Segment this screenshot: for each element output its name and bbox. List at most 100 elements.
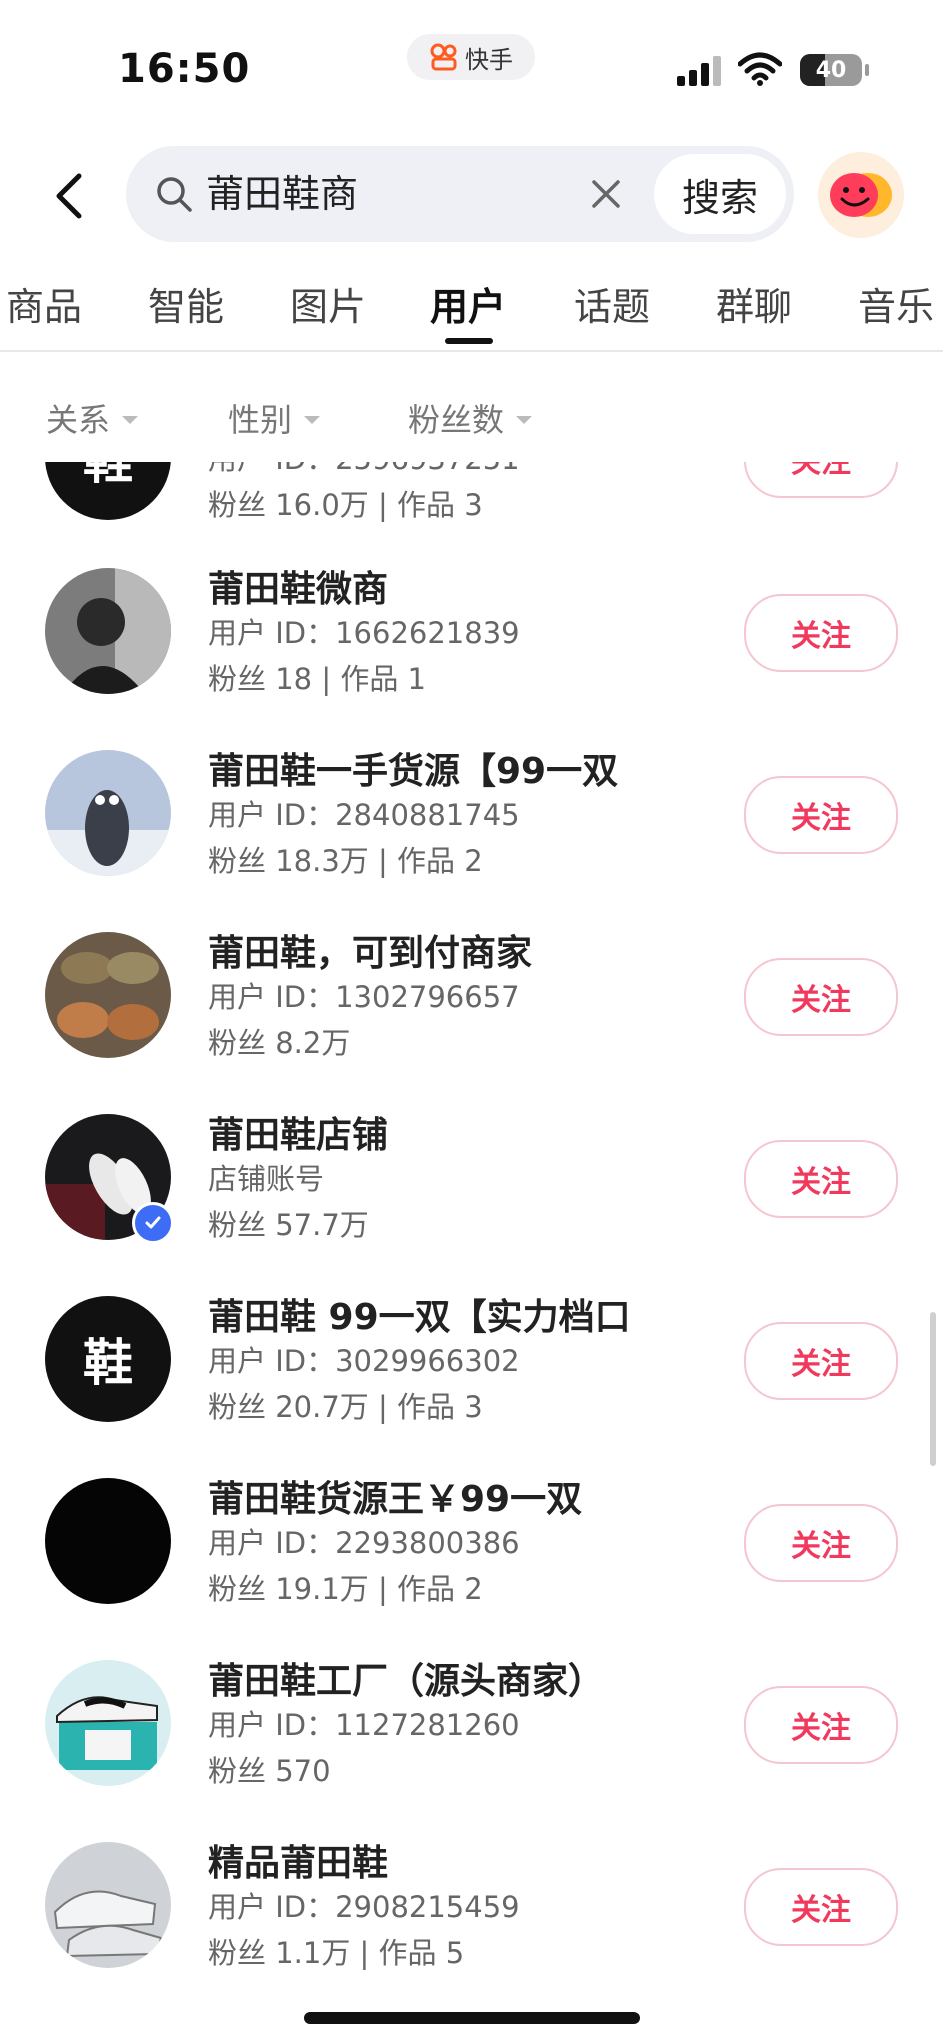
- app-badge[interactable]: 快手: [407, 34, 535, 80]
- tab-users[interactable]: 用户: [430, 276, 506, 331]
- follow-button[interactable]: 关注: [744, 958, 898, 1036]
- profile-avatar-icon[interactable]: [818, 152, 904, 238]
- active-tab-indicator: [445, 338, 493, 344]
- user-avatar[interactable]: [45, 568, 171, 694]
- back-button[interactable]: [44, 168, 94, 224]
- follow-button[interactable]: 关注: [744, 594, 898, 672]
- battery-level: 40: [815, 57, 847, 83]
- user-id: 用户 ID：2293800386: [208, 1526, 520, 1560]
- user-stats: 粉丝 20.7万 | 作品 3: [208, 1390, 483, 1424]
- follow-button[interactable]: 关注: [744, 776, 898, 854]
- account-type: 店铺账号: [208, 1162, 325, 1196]
- user-name: 莆田鞋工厂（源头商家）: [208, 1661, 605, 1702]
- user-avatar[interactable]: [45, 1842, 171, 1968]
- battery-indicator: 40: [800, 54, 869, 86]
- user-stats: 粉丝 57.7万: [208, 1208, 369, 1242]
- user-row[interactable]: 莆田鞋一手货源【99一双 用户 ID：2840881745 粉丝 18.3万 |…: [0, 738, 943, 920]
- follow-button[interactable]: 关注: [744, 1686, 898, 1764]
- avatar-glyph: 鞋: [83, 462, 133, 493]
- user-avatar[interactable]: [45, 932, 171, 1058]
- user-name: 精品莆田鞋: [208, 1843, 389, 1884]
- follow-button[interactable]: 关注: [744, 1140, 898, 1218]
- search-icon: [157, 177, 192, 212]
- filter-relation-label: 关系: [46, 401, 111, 439]
- scrollbar[interactable]: [930, 1312, 936, 1466]
- user-name: 莆田鞋货源王￥99一双: [208, 1479, 583, 1520]
- filter-followers[interactable]: 粉丝数: [408, 395, 533, 441]
- user-id: 用户 ID：2908215459: [208, 1890, 520, 1924]
- person-photo-icon: [45, 568, 171, 694]
- tab-bar: 商品 智能 图片 用户 话题 群聊 音乐: [0, 268, 943, 352]
- follow-button[interactable]: 关注: [744, 1322, 898, 1400]
- smiley-icon: [830, 173, 892, 217]
- user-id: 用户 ID：1662621839: [208, 616, 520, 650]
- user-id: 用户 ID：2596937251: [208, 462, 520, 478]
- user-stats: 粉丝 19.1万 | 作品 2: [208, 1572, 483, 1606]
- user-name: 莆田鞋微商: [208, 569, 389, 610]
- filter-relation[interactable]: 关系: [46, 395, 139, 441]
- user-stats: 粉丝 16.0万 | 作品 3: [208, 488, 483, 522]
- tab-images[interactable]: 图片: [290, 276, 366, 331]
- silver-sneakers-photo-icon: [45, 1842, 171, 1968]
- user-list: 鞋 用户 ID：2596937251 粉丝 16.0万 | 作品 3 关注 莆田…: [0, 462, 943, 2044]
- user-id: 用户 ID：3029966302: [208, 1344, 520, 1378]
- user-avatar[interactable]: [45, 1478, 171, 1604]
- filter-followers-label: 粉丝数: [408, 401, 505, 439]
- caret-down-icon: [516, 416, 533, 424]
- app-badge-label: 快手: [465, 45, 513, 74]
- checkmark-icon: [145, 1216, 161, 1229]
- user-stats: 粉丝 1.1万 | 作品 5: [208, 1936, 465, 1970]
- user-row[interactable]: 鞋 莆田鞋 99一双【实力档口 用户 ID：3029966302 粉丝 20.7…: [0, 1284, 943, 1466]
- chevron-left-icon: [56, 173, 82, 219]
- tab-products[interactable]: 商品: [6, 276, 82, 331]
- user-row[interactable]: 莆田鞋工厂（源头商家） 用户 ID：1127281260 粉丝 570 关注: [0, 1648, 943, 1830]
- user-stats: 粉丝 8.2万: [208, 1026, 351, 1060]
- user-avatar[interactable]: [45, 750, 171, 876]
- user-avatar[interactable]: [45, 1660, 171, 1786]
- clear-icon[interactable]: [588, 176, 624, 212]
- user-row[interactable]: 精品莆田鞋 用户 ID：2908215459 粉丝 1.1万 | 作品 5 关注: [0, 1830, 943, 2012]
- user-row[interactable]: 莆田鞋店铺 店铺账号 粉丝 57.7万 关注: [0, 1102, 943, 1284]
- kuaishou-logo-icon: [430, 43, 457, 71]
- wifi-icon: [738, 52, 782, 86]
- search-input[interactable]: 莆田鞋商: [206, 166, 358, 222]
- user-avatar[interactable]: 鞋: [45, 1296, 171, 1422]
- tab-smart[interactable]: 智能: [148, 276, 224, 331]
- tab-music[interactable]: 音乐: [858, 276, 934, 331]
- search-bar[interactable]: 莆田鞋商 搜索: [126, 146, 794, 242]
- user-stats: 粉丝 570: [208, 1754, 331, 1788]
- user-name: 莆田鞋，可到付商家: [208, 933, 533, 974]
- cellular-signal-icon: [677, 56, 721, 86]
- user-avatar[interactable]: 鞋: [45, 462, 171, 520]
- tabs-divider: [0, 350, 943, 352]
- caret-down-icon: [304, 416, 321, 424]
- sneaker-box-photo-icon: [45, 1660, 171, 1786]
- follow-button[interactable]: 关注: [744, 1868, 898, 1946]
- user-row[interactable]: 莆田鞋货源王￥99一双 用户 ID：2293800386 粉丝 19.1万 | …: [0, 1466, 943, 1648]
- user-id: 用户 ID：1302796657: [208, 980, 520, 1014]
- tab-topics[interactable]: 话题: [574, 276, 650, 331]
- filter-gender[interactable]: 性别: [228, 395, 321, 441]
- user-stats: 粉丝 18 | 作品 1: [208, 662, 426, 696]
- user-name: 莆田鞋一手货源【99一双: [208, 751, 619, 792]
- user-id: 用户 ID：2840881745: [208, 798, 520, 832]
- filter-gender-label: 性别: [228, 401, 293, 439]
- follow-button[interactable]: 关注: [744, 1504, 898, 1582]
- follow-button[interactable]: 关注: [744, 462, 898, 498]
- home-indicator[interactable]: [304, 2012, 640, 2024]
- tab-group-chats[interactable]: 群聊: [716, 276, 792, 331]
- avatar-glyph: 鞋: [83, 1334, 133, 1392]
- shoes-photo-icon: [45, 932, 171, 1058]
- search-button[interactable]: 搜索: [654, 154, 786, 234]
- user-stats: 粉丝 18.3万 | 作品 2: [208, 844, 483, 878]
- user-row[interactable]: 鞋 用户 ID：2596937251 粉丝 16.0万 | 作品 3 关注: [0, 462, 943, 556]
- status-time: 16:50: [118, 46, 251, 92]
- verified-badge: [132, 1202, 174, 1244]
- caret-down-icon: [122, 416, 139, 424]
- user-name: 莆田鞋店铺: [208, 1115, 389, 1156]
- user-row[interactable]: 莆田鞋微商 用户 ID：1662621839 粉丝 18 | 作品 1 关注: [0, 556, 943, 738]
- user-name: 莆田鞋 99一双【实力档口: [208, 1297, 631, 1338]
- user-id: 用户 ID：1127281260: [208, 1708, 520, 1742]
- hero-figure-photo-icon: [45, 750, 171, 876]
- user-row[interactable]: 莆田鞋，可到付商家 用户 ID：1302796657 粉丝 8.2万 关注: [0, 920, 943, 1102]
